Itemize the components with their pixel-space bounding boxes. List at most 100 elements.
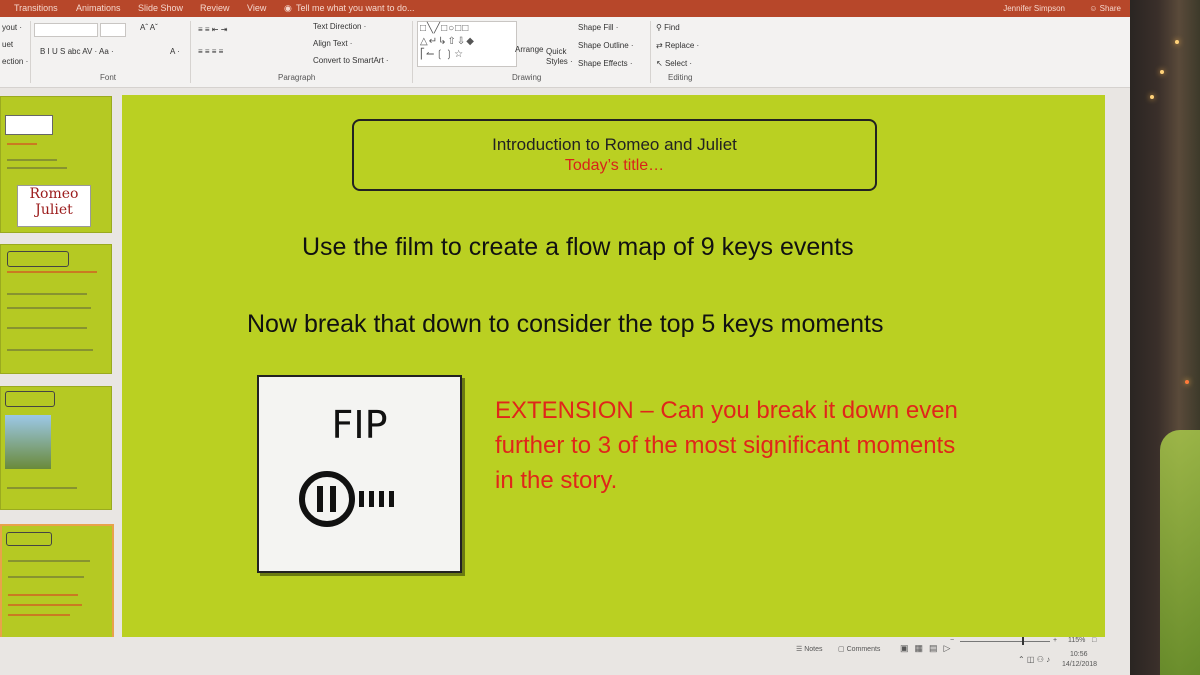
lightbulb-icon: ◉ [284, 3, 292, 13]
font-color-icon[interactable]: A · [170, 47, 180, 56]
tab-slide-show[interactable]: Slide Show [138, 3, 183, 13]
reset-button[interactable]: uet [2, 40, 13, 49]
extension-text[interactable]: EXTENSION – Can you break it down even f… [495, 393, 965, 498]
zoom-level[interactable]: 115% [1068, 637, 1085, 644]
notes-button[interactable]: ☰ Notes [796, 645, 823, 653]
convert-smartart-button[interactable]: Convert to SmartArt · [313, 56, 389, 65]
fip-label: FIP [331, 403, 388, 447]
align-icons[interactable]: ≡ ≡ ≡ ≡ [198, 47, 223, 56]
shape-effects-button[interactable]: Shape Effects · [578, 59, 633, 68]
christmas-decoration [1160, 430, 1200, 675]
replace-button[interactable]: ⇄ Replace · [656, 41, 699, 50]
person-icon: ☺ [1089, 4, 1100, 13]
slide-thumbnail[interactable] [0, 386, 112, 510]
slide-thumbnail-panel: Romeo Juliet [0, 88, 118, 675]
thumbnail-text [7, 293, 87, 295]
layout-button[interactable]: yout · [2, 23, 22, 32]
slide-thumbnail[interactable] [0, 244, 112, 374]
thumbnail-text [7, 307, 91, 309]
slide-thumbnail-selected[interactable] [0, 524, 114, 648]
section-button[interactable]: ection · [2, 57, 28, 66]
fairy-light [1175, 40, 1179, 44]
tab-animations[interactable]: Animations [76, 3, 121, 13]
quick-styles-button[interactable]: Quick Styles · [546, 47, 574, 67]
shapes-gallery[interactable]: □╲╱□○□□ △↵↳⇧⇩◆ ⎡↼❲❳☆ [417, 21, 517, 67]
thumbnail-text [7, 487, 77, 489]
comment-icon: ▢ [838, 646, 847, 653]
logo-word-romeo: Romeo [29, 186, 79, 202]
magnifier-icon: ⚲ [656, 23, 665, 32]
fip-image[interactable]: FIP [257, 375, 462, 573]
font-grow-icon[interactable]: Aˆ Aˇ [140, 23, 158, 32]
shape-fill-button[interactable]: Shape Fill · [578, 23, 618, 32]
group-label-paragraph: Paragraph [278, 73, 316, 82]
thumbnail-title-box [6, 532, 52, 546]
thumbnail-text [7, 159, 57, 161]
title-box[interactable]: Introduction to Romeo and Juliet Today’s… [352, 119, 877, 191]
fairy-light [1185, 380, 1189, 384]
thumbnail-text [7, 327, 87, 329]
cursor-icon: ↖ [656, 59, 665, 68]
find-label: Find [664, 23, 680, 32]
divider [412, 21, 413, 83]
instruction-line-1[interactable]: Use the film to create a flow map of 9 k… [302, 233, 854, 262]
slide-title: Introduction to Romeo and Juliet [492, 135, 737, 154]
fairy-light [1150, 95, 1154, 99]
font-size-select[interactable] [100, 23, 126, 37]
zoom-in-icon[interactable]: + [1053, 637, 1057, 644]
group-label-font: Font [100, 73, 117, 82]
thumbnail-text [7, 271, 97, 273]
align-text-button[interactable]: Align Text · [313, 39, 352, 48]
shape-outline-button[interactable]: Shape Outline · [578, 41, 634, 50]
notes-icon: ☰ [796, 646, 805, 653]
clock-time: 10:56 [1070, 651, 1088, 658]
share-label: Share [1099, 4, 1121, 13]
instruction-line-2[interactable]: Now break that down to consider the top … [247, 310, 883, 339]
arrange-button[interactable]: Arrange [515, 45, 543, 54]
fit-slide-icon[interactable]: □ [1092, 637, 1096, 644]
slide-subtitle: Today’s title… [564, 157, 665, 174]
status-bar: ☰ Notes ▢ Comments ▣▦▤▷ − + 115% □ ⌃ ◫ ⚇… [0, 637, 1135, 675]
tell-me-search[interactable]: Tell me what you want to do... [296, 3, 415, 13]
bullets-icon[interactable]: ≡ ≡ ⇤ ⇥ [198, 25, 227, 34]
thumbnail-text [8, 560, 90, 562]
tray-icons[interactable]: ⌃ ◫ ⚇ ♪ [1018, 655, 1050, 664]
comments-button[interactable]: ▢ Comments [838, 645, 880, 653]
powerpoint-window: Transitions Animations Slide Show Review… [0, 0, 1135, 675]
text-direction-button[interactable]: Text Direction · [313, 22, 366, 31]
slide-canvas[interactable]: Introduction to Romeo and Juliet Today’s… [122, 95, 1105, 651]
thumbnail-title-box [7, 251, 69, 267]
fairy-light [1160, 70, 1164, 74]
notes-label: Notes [804, 646, 823, 653]
font-name-select[interactable] [34, 23, 98, 37]
divider [30, 21, 31, 83]
group-label-drawing: Drawing [512, 73, 542, 82]
select-button[interactable]: ↖ Select · [656, 59, 692, 68]
zoom-slider[interactable] [960, 641, 1050, 642]
group-label-editing: Editing [668, 73, 693, 82]
thumbnail-text [7, 143, 37, 145]
font-format-buttons[interactable]: B I U S abc AV · Aa · [40, 47, 114, 56]
pause-fip-icon [299, 471, 394, 527]
view-buttons[interactable]: ▣▦▤▷ [900, 643, 956, 654]
slide-thumbnail[interactable]: Romeo Juliet [0, 96, 112, 233]
tab-transitions[interactable]: Transitions [14, 3, 58, 13]
thumbnail-title-box [5, 391, 55, 407]
zoom-slider-thumb[interactable] [1022, 637, 1024, 645]
thumbnail-text [8, 604, 82, 606]
clock-date: 14/12/2018 [1062, 661, 1098, 668]
tab-review[interactable]: Review [200, 3, 230, 13]
share-button[interactable]: ☺ Share [1089, 4, 1121, 13]
tab-view[interactable]: View [247, 3, 266, 13]
ribbon-tab-bar: Transitions Animations Slide Show Review… [0, 0, 1135, 17]
zoom-out-icon[interactable]: − [950, 637, 954, 644]
replace-icon: ⇄ [656, 41, 665, 50]
find-button[interactable]: ⚲ Find [656, 23, 680, 32]
thumbnail-text [7, 349, 93, 351]
divider [650, 21, 651, 83]
divider [190, 21, 191, 83]
romeo-juliet-logo: Romeo Juliet [17, 185, 91, 227]
thumbnail-text [8, 614, 70, 616]
ribbon: yout · uet ection · Aˆ Aˇ B I U S abc AV… [0, 17, 1135, 88]
user-name[interactable]: Jennifer Simpson [1003, 4, 1065, 13]
